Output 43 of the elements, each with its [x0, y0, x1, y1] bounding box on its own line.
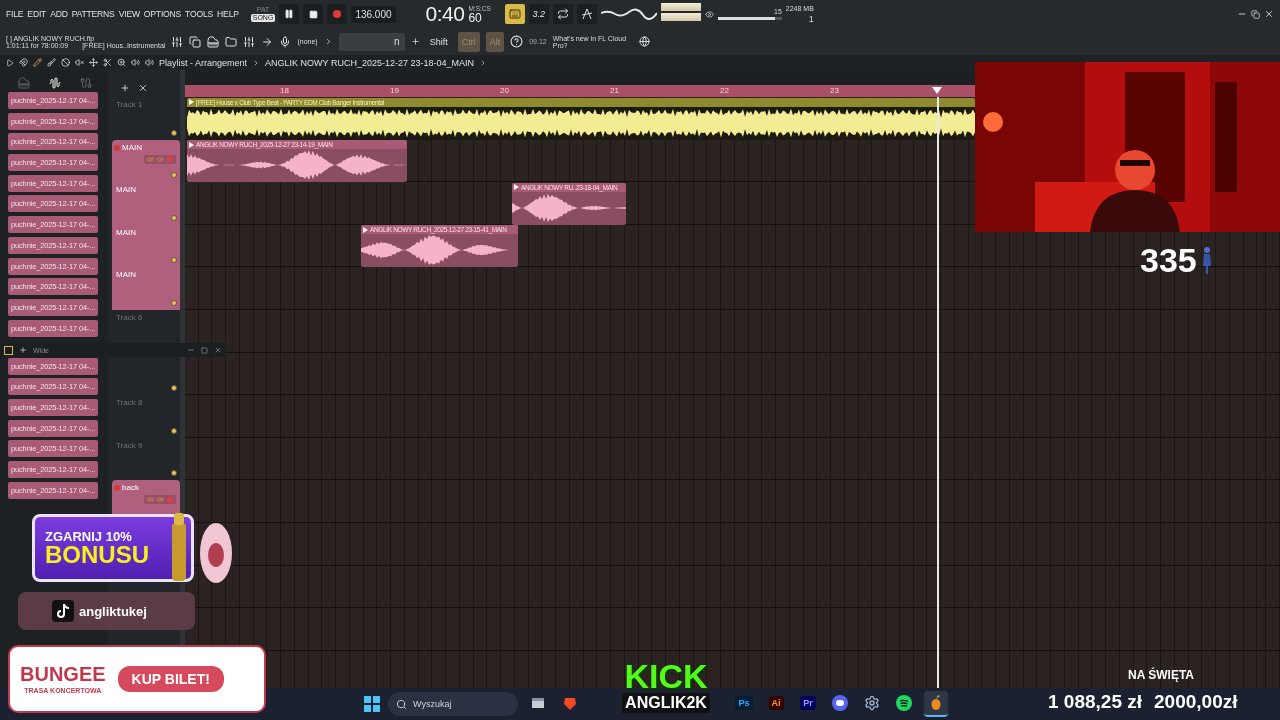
viewer-count: 335 — [1140, 243, 1197, 277]
window-title: Playlist - Arrangement — [159, 57, 248, 68]
timeline-ruler[interactable]: 18 19 20 21 22 23 — [185, 85, 975, 97]
modifier-key[interactable]: Shift — [425, 31, 452, 52]
bar-number: 20 — [500, 86, 509, 95]
menu-item[interactable]: EDIT — [27, 9, 47, 19]
menu-item[interactable]: ADD — [50, 9, 68, 19]
tiktok-badge[interactable]: angliktukej — [18, 592, 195, 630]
bar-number: 21 — [610, 86, 619, 95]
menu-item[interactable]: PATTERNS — [71, 9, 115, 19]
menu-item[interactable]: FILE — [6, 9, 24, 19]
step-button[interactable]: 3.2 — [528, 4, 549, 24]
buy-ticket-button[interactable]: KUP BILET! — [117, 666, 224, 692]
track-name[interactable]: Track 9 — [116, 440, 176, 450]
menu-item[interactable]: TOOLS — [185, 9, 214, 19]
modifier-key[interactable]: Ctrl — [457, 31, 480, 52]
voices-reading: 1 — [808, 13, 814, 24]
track-name[interactable]: Track 8 — [116, 398, 176, 408]
pattern-field[interactable]: n — [338, 32, 405, 51]
menu-item[interactable]: HELP — [217, 9, 239, 19]
pattern-name[interactable]: ANGLIK NOWY RUCH_2025-12-27 23-18-04_MAIN — [265, 57, 474, 68]
kick-username: ANGLIK2K — [622, 693, 710, 713]
goal-title: NA ŚWIĘTA — [1128, 668, 1194, 682]
time-centiseconds: 60 — [468, 11, 482, 24]
track-name[interactable]: Track 1 — [116, 100, 176, 109]
bar-number: 22 — [720, 86, 729, 95]
goal-target: 2000,00zł — [1154, 691, 1238, 711]
tempo-display[interactable]: 136.000 — [351, 5, 396, 23]
tiktok-handle: angliktukej — [79, 604, 147, 618]
bar-number: 23 — [830, 86, 839, 95]
bonus-title: BONUSU — [45, 542, 150, 567]
brand-name: BUNGEE — [20, 664, 106, 684]
goal-current: 1 088,25 zł — [1048, 691, 1143, 711]
menu-item[interactable]: OPTIONS — [143, 9, 182, 19]
time-display: 0:40 — [425, 2, 465, 26]
bar-number: 19 — [390, 86, 399, 95]
bonus-line: ZGARNIJ 10% — [45, 529, 133, 543]
search-field[interactable]: Wyszukaj — [388, 692, 518, 716]
kick-logo: KICK — [624, 659, 708, 693]
menu-item[interactable]: VIEW — [118, 9, 140, 19]
bonus-banner[interactable]: ZGARNIJ 10% BONUSU — [32, 514, 194, 582]
bar-number: 18 — [280, 86, 289, 95]
track-name[interactable]: Track 6 — [116, 312, 176, 322]
